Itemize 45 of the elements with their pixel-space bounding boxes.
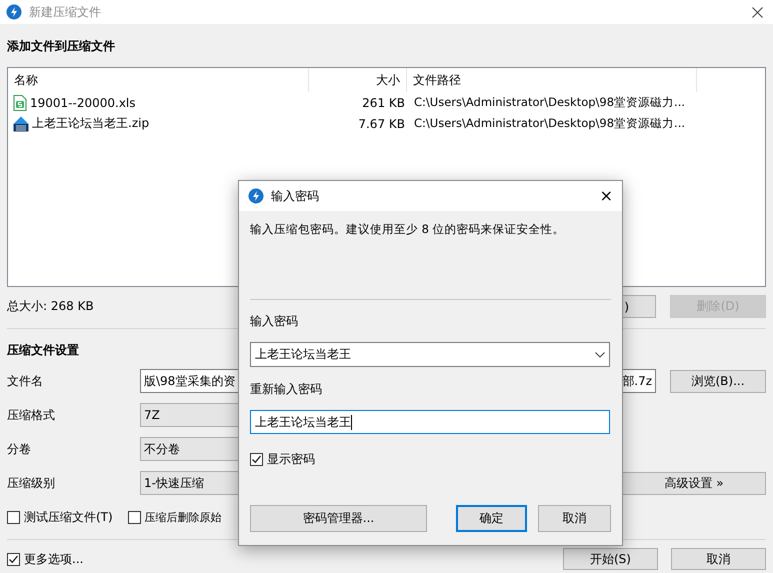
option-label: 压缩后删除原始 <box>144 510 222 524</box>
browse-button[interactable]: 浏览(B)... <box>670 370 766 392</box>
close-icon[interactable] <box>752 6 763 18</box>
field-label: 重新输入密码 <box>250 380 322 398</box>
advanced-settings-button[interactable]: 高级设置 » <box>622 472 766 494</box>
field-label: 输入密码 <box>250 312 298 330</box>
password-combo-box[interactable]: 上老王论坛当老王 <box>250 342 610 367</box>
checkbox-label: 显示密码 <box>267 451 315 468</box>
archive-icon <box>13 116 29 132</box>
app-icon <box>248 188 264 204</box>
checkbox[interactable] <box>7 510 20 524</box>
column-header[interactable]: 名称 <box>14 72 38 88</box>
checkbox[interactable] <box>128 510 141 524</box>
file-name[interactable]: 上老王论坛当老王.zip <box>32 115 150 132</box>
file-path: C:\Users\Administrator\Desktop\98堂资源磁力... <box>414 116 686 130</box>
start-button[interactable]: 开始(S) <box>563 548 658 570</box>
password-manager-button[interactable]: 密码管理器... <box>250 505 427 532</box>
section-heading: 压缩文件设置 <box>7 342 79 358</box>
app-icon <box>6 4 22 20</box>
cancel-button[interactable]: 取消 <box>538 505 611 532</box>
checkbox[interactable] <box>250 453 263 466</box>
field-label: 分卷 <box>7 442 31 456</box>
file-name[interactable]: 19001--20000.xls <box>30 96 136 110</box>
spreadsheet-icon <box>13 94 27 110</box>
section-heading: 添加文件到压缩文件 <box>7 38 115 54</box>
checkbox[interactable] <box>7 552 20 566</box>
ok-button[interactable]: 确定 <box>456 505 527 532</box>
field-label: 压缩级别 <box>7 476 55 490</box>
dialog-message: 输入压缩包密码。建议使用至少 8 位的密码来保证安全性。 <box>250 222 565 236</box>
field-label: 文件名 <box>7 374 43 388</box>
chevron-down-icon[interactable] <box>595 352 605 358</box>
option-label: 更多选项... <box>24 550 84 568</box>
column-header[interactable]: 大小 <box>376 72 400 88</box>
column-header[interactable]: 文件路径 <box>413 72 461 88</box>
total-size: 总大小: 268 KB <box>7 299 94 313</box>
file-size: 261 KB <box>362 96 405 110</box>
confirm-password-field[interactable]: 上老王论坛当老王 <box>250 410 610 434</box>
close-button[interactable]: × <box>600 188 613 204</box>
field-label: 压缩格式 <box>7 408 55 422</box>
option-label: 测试压缩文件(T) <box>24 508 113 526</box>
dialog-title: 输入密码 <box>271 188 319 204</box>
file-size: 7.67 KB <box>358 116 405 130</box>
file-path: C:\Users\Administrator\Desktop\98堂资源磁力... <box>414 95 686 109</box>
window-title: 新建压缩文件 <box>29 4 101 20</box>
cancel-button[interactable]: 取消 <box>671 548 766 570</box>
